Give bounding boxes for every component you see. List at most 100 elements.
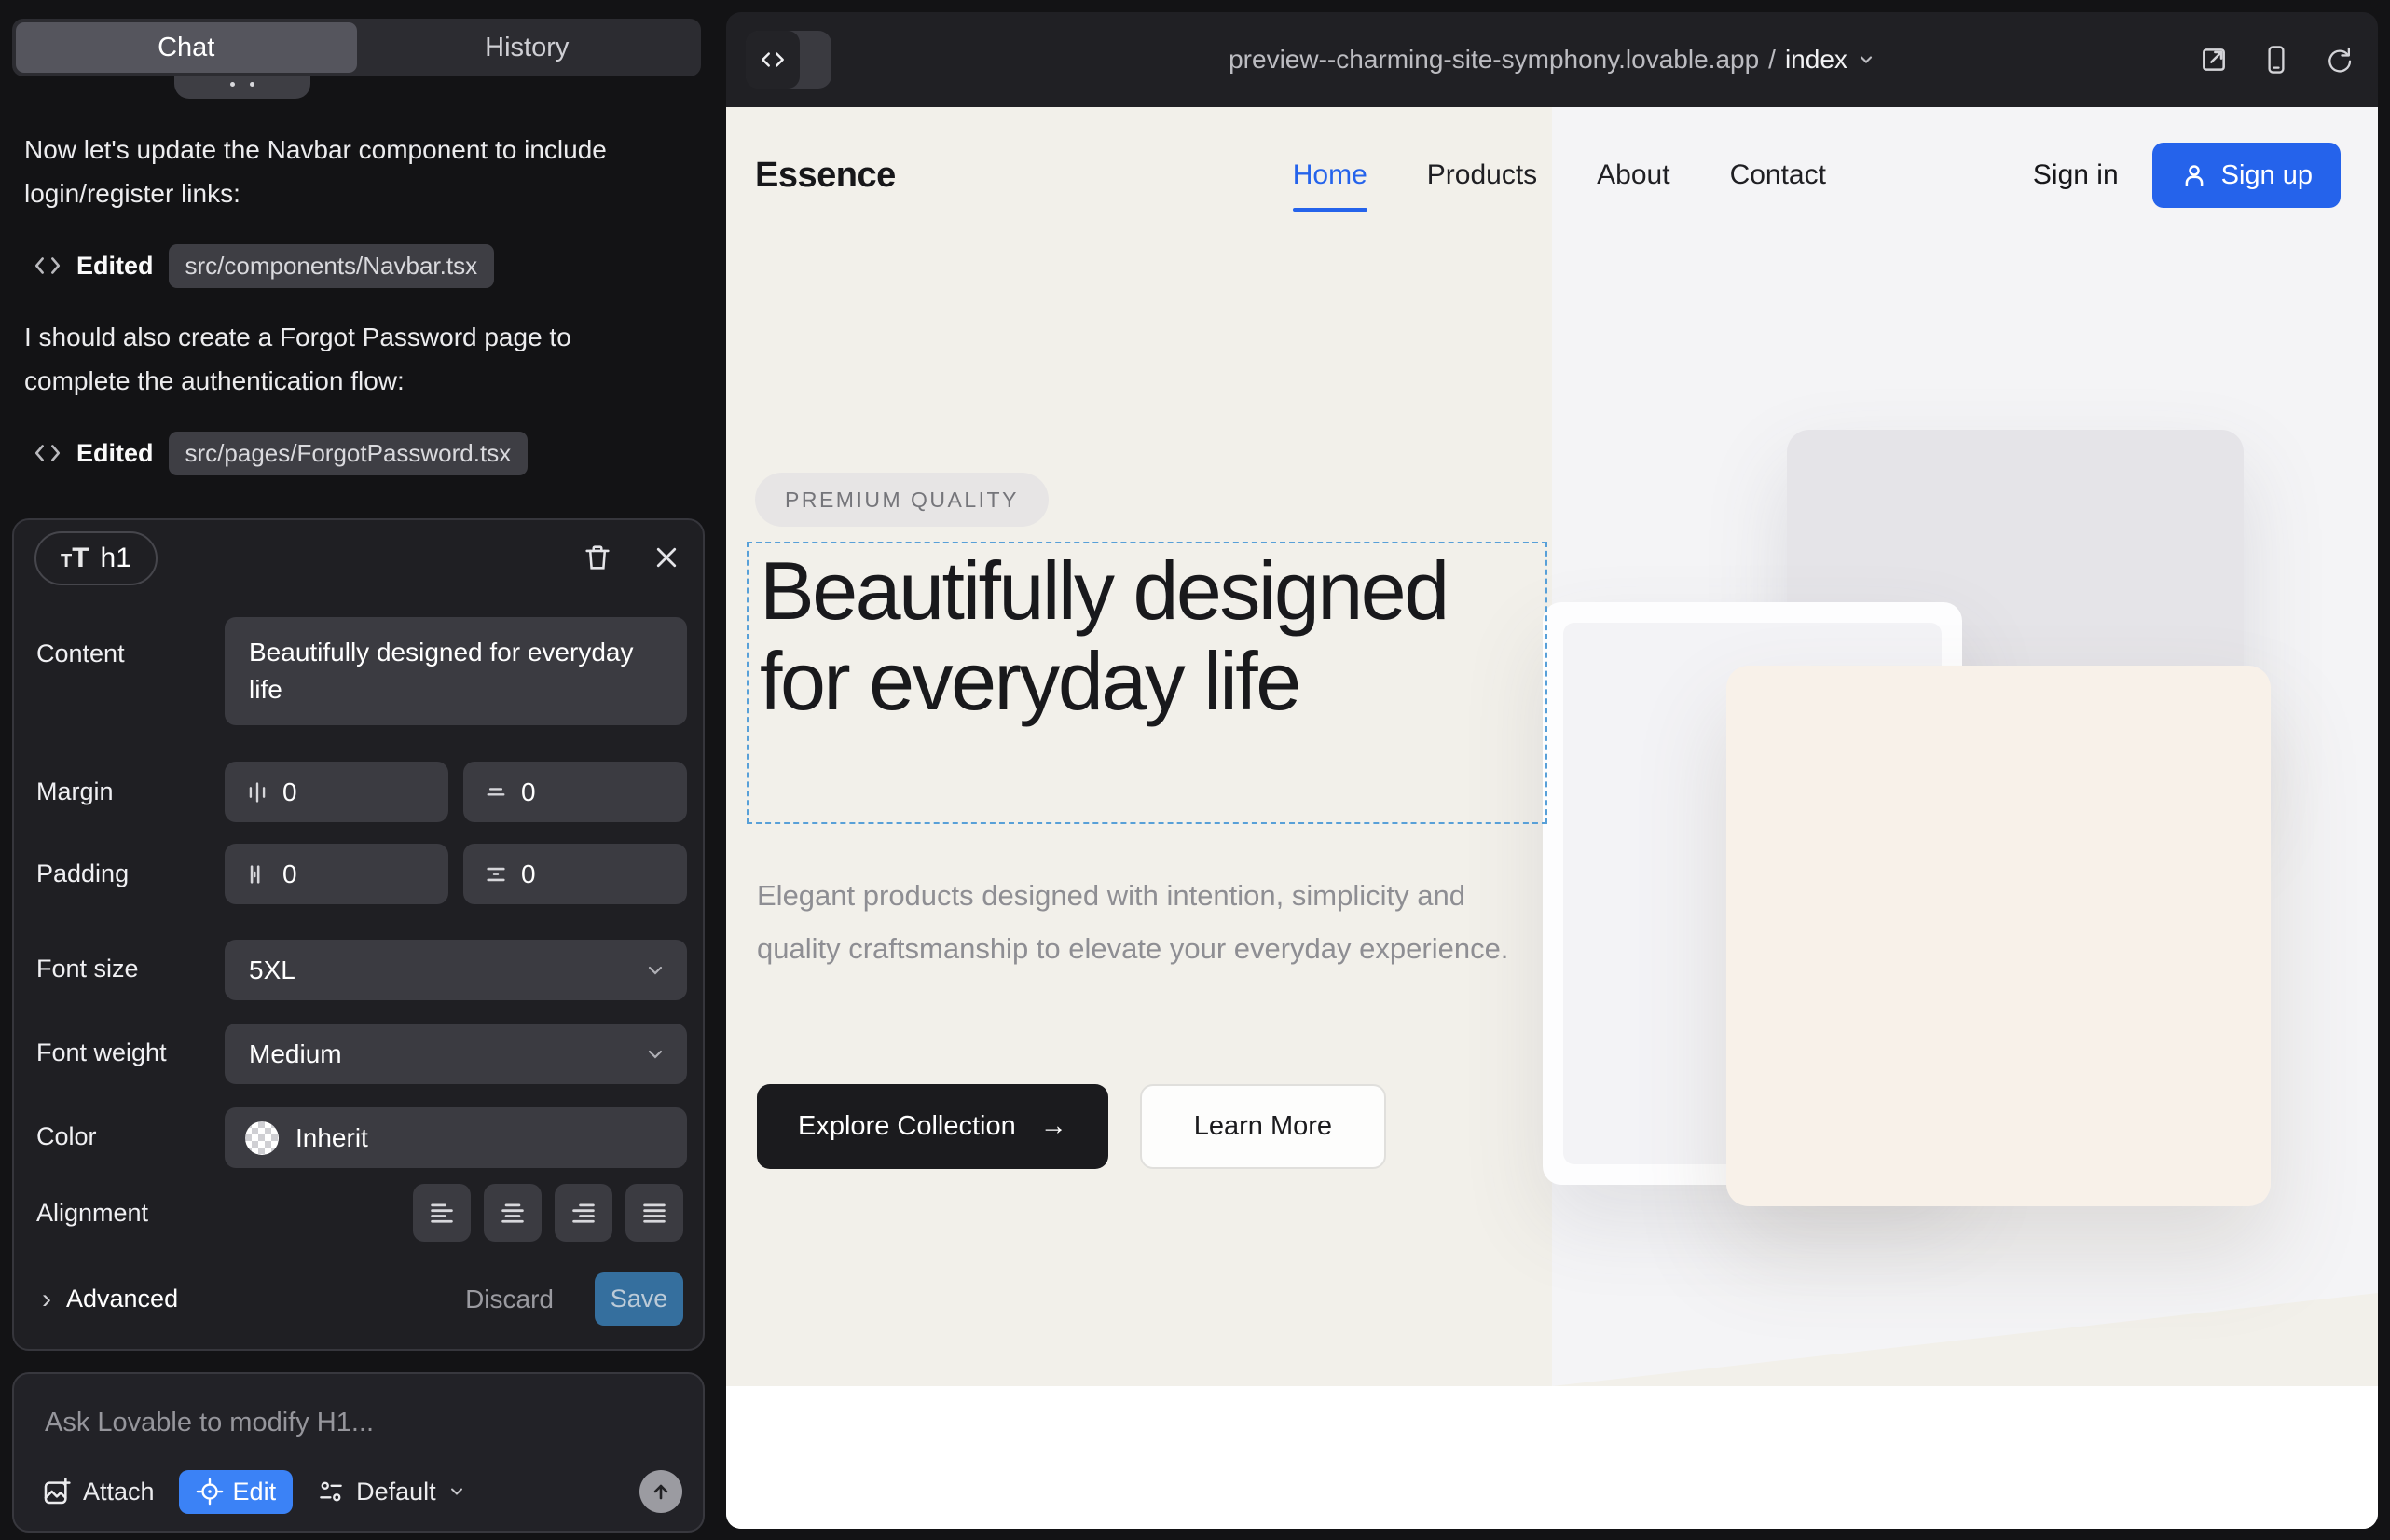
attach-button[interactable]: Attach: [42, 1477, 155, 1506]
element-editor-panel: TT h1 Content Beautifully designed for e…: [12, 518, 705, 1351]
file-chip[interactable]: src/pages/ForgotPassword.tsx: [169, 432, 529, 475]
next-section-background: [726, 1386, 2378, 1529]
font-size-select[interactable]: 5XL: [225, 940, 687, 1000]
file-chip[interactable]: src/components/Navbar.tsx: [169, 244, 495, 288]
trash-icon: [582, 542, 613, 573]
margin-vertical-icon: [484, 780, 508, 804]
align-left-icon: [428, 1199, 456, 1227]
align-right-button[interactable]: [555, 1184, 612, 1242]
font-size-value: 5XL: [249, 956, 295, 985]
tab-history[interactable]: History: [357, 22, 698, 73]
external-link-icon: [2199, 45, 2229, 75]
padding-vertical-icon: [484, 862, 508, 887]
padding-horizontal-input[interactable]: 0: [225, 844, 448, 904]
margin-vertical-input[interactable]: 0: [463, 762, 687, 822]
padding-vertical-value: 0: [521, 859, 536, 889]
delete-element-button[interactable]: [577, 537, 618, 578]
chevron-right-icon: ›: [42, 1284, 51, 1315]
code-icon: [34, 252, 62, 280]
align-right-icon: [570, 1199, 598, 1227]
color-swatch-icon: [245, 1121, 279, 1155]
edit-mode-button[interactable]: Edit: [179, 1470, 294, 1514]
align-justify-button[interactable]: [625, 1184, 683, 1242]
chat-message: Now let's update the Navbar component to…: [24, 128, 682, 215]
margin-horizontal-value: 0: [282, 777, 297, 807]
url-host: preview--charming-site-symphony.lovable.…: [1229, 45, 1759, 75]
preview-url-bar[interactable]: preview--charming-site-symphony.lovable.…: [726, 12, 2378, 107]
selected-element-tag[interactable]: TT h1: [34, 531, 158, 585]
chevron-down-icon: [447, 1482, 466, 1501]
edited-label: Edited: [76, 439, 154, 468]
edited-file-row[interactable]: Edited src/pages/ForgotPassword.tsx: [34, 432, 528, 474]
align-center-icon: [499, 1199, 527, 1227]
hero-description: Elegant products designed with intention…: [757, 869, 1512, 975]
element-selection-outline[interactable]: [747, 542, 1547, 824]
advanced-toggle[interactable]: › Advanced: [42, 1272, 178, 1326]
margin-label: Margin: [36, 777, 114, 806]
nav-link-about[interactable]: About: [1597, 159, 1669, 191]
nav-link-products[interactable]: Products: [1427, 159, 1537, 191]
preview-frame: preview--charming-site-symphony.lovable.…: [726, 12, 2378, 1529]
refresh-button[interactable]: [2324, 45, 2354, 75]
learn-more-button[interactable]: Learn More: [1140, 1084, 1386, 1169]
explore-collection-button[interactable]: Explore Collection →: [757, 1084, 1108, 1169]
default-label: Default: [356, 1478, 436, 1506]
save-button[interactable]: Save: [595, 1272, 683, 1326]
mobile-icon: [2262, 45, 2290, 75]
mobile-view-button[interactable]: [2262, 45, 2290, 75]
content-label: Content: [36, 639, 125, 668]
sign-up-button[interactable]: Sign up: [2152, 143, 2341, 208]
explore-collection-label: Explore Collection: [798, 1111, 1016, 1142]
arrow-right-icon: →: [1040, 1111, 1067, 1142]
url-page: index: [1785, 45, 1847, 75]
padding-horizontal-icon: [245, 862, 269, 887]
chevron-down-icon: [644, 1043, 666, 1066]
chat-history-tabs: Chat History: [12, 19, 701, 76]
discard-button[interactable]: Discard: [465, 1272, 554, 1326]
edit-label: Edit: [233, 1478, 277, 1506]
nav-link-contact[interactable]: Contact: [1730, 159, 1826, 191]
image-plus-icon: [42, 1477, 72, 1506]
arrow-up-icon: [650, 1480, 672, 1503]
chat-composer[interactable]: Ask Lovable to modify H1... Attach Edit …: [12, 1372, 705, 1533]
font-weight-select[interactable]: Medium: [225, 1024, 687, 1084]
sign-in-link[interactable]: Sign in: [2033, 159, 2119, 191]
edited-label: Edited: [76, 252, 154, 281]
site-nav-links: Home Products About Contact: [1293, 159, 1826, 191]
sign-up-label: Sign up: [2221, 160, 2313, 191]
close-panel-button[interactable]: [646, 537, 687, 578]
align-left-button[interactable]: [413, 1184, 471, 1242]
font-weight-value: Medium: [249, 1039, 342, 1069]
margin-horizontal-input[interactable]: 0: [225, 762, 448, 822]
open-in-new-tab-button[interactable]: [2199, 45, 2229, 75]
url-separator: /: [1768, 45, 1776, 75]
alignment-label: Alignment: [36, 1199, 148, 1228]
premium-quality-badge: PREMIUM QUALITY: [755, 473, 1049, 527]
code-icon: [34, 439, 62, 467]
site-preview: Essence Home Products About Contact Sign…: [726, 107, 2378, 1529]
margin-horizontal-icon: [245, 780, 269, 804]
sliders-icon: [317, 1478, 345, 1506]
send-button[interactable]: [639, 1470, 682, 1513]
model-default-select[interactable]: Default: [317, 1478, 466, 1506]
margin-vertical-value: 0: [521, 777, 536, 807]
close-icon: [652, 543, 680, 571]
nav-link-home[interactable]: Home: [1293, 159, 1367, 191]
site-logo[interactable]: Essence: [755, 156, 896, 196]
hero-cta-row: Explore Collection → Learn More: [757, 1084, 1386, 1169]
edited-file-row[interactable]: Edited src/components/Navbar.tsx: [34, 244, 494, 287]
preview-chrome-actions: [2199, 12, 2354, 107]
decorative-card-beige: [1726, 666, 2271, 1206]
align-center-button[interactable]: [484, 1184, 542, 1242]
lovable-app: Chat History Now let's update the Navbar…: [0, 0, 2390, 1540]
advanced-label: Advanced: [66, 1285, 178, 1313]
preview-chrome: preview--charming-site-symphony.lovable.…: [726, 12, 2378, 107]
padding-vertical-input[interactable]: 0: [463, 844, 687, 904]
color-select[interactable]: Inherit: [225, 1107, 687, 1168]
chevron-down-icon: [644, 959, 666, 982]
content-input[interactable]: Beautifully designed for everyday life: [225, 617, 687, 725]
tab-chat[interactable]: Chat: [16, 22, 357, 73]
padding-label: Padding: [36, 859, 129, 888]
composer-placeholder[interactable]: Ask Lovable to modify H1...: [45, 1408, 374, 1438]
refresh-icon: [2324, 45, 2354, 75]
